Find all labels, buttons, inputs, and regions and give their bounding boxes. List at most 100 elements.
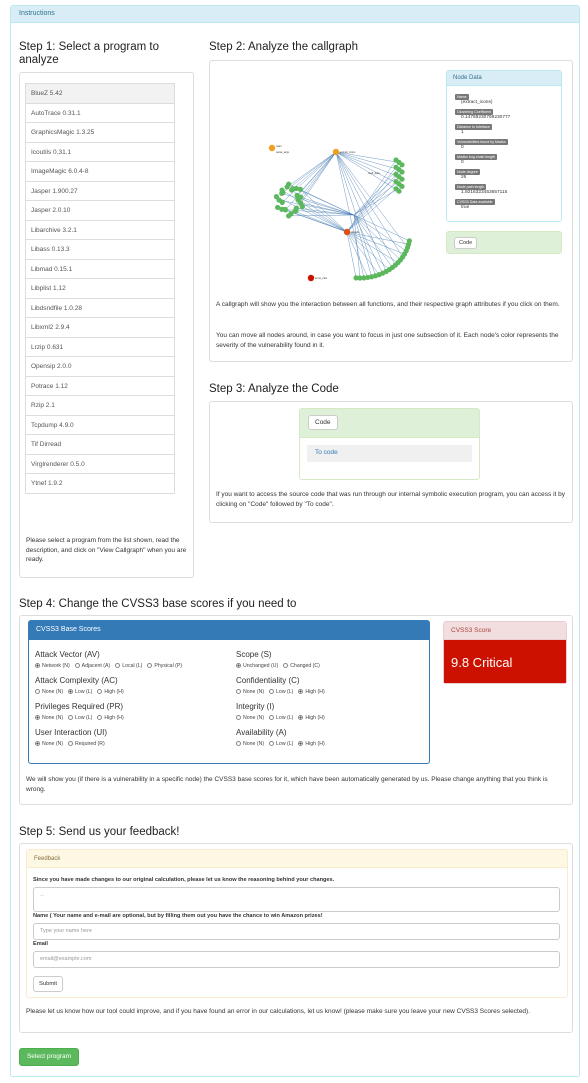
callgraph-node[interactable] — [343, 228, 351, 236]
program-list-item[interactable]: Lrzip 0.631 — [25, 336, 175, 357]
cvss-radio-option[interactable]: None (N) — [236, 741, 264, 747]
program-list-item[interactable]: Rzip 2.1 — [25, 395, 175, 416]
radio-icon[interactable] — [298, 689, 304, 694]
callgraph-node[interactable] — [286, 181, 292, 187]
callgraph-node[interactable] — [297, 186, 304, 192]
callgraph-node[interactable] — [353, 275, 359, 281]
radio-icon[interactable] — [236, 715, 241, 720]
radio-icon[interactable] — [236, 663, 241, 668]
callgraph-node[interactable] — [275, 204, 281, 211]
submit-button[interactable]: Submit — [33, 976, 64, 992]
callgraph-node[interactable] — [273, 194, 280, 200]
cvss-radio-option[interactable]: None (N) — [35, 689, 63, 695]
callgraph-node[interactable] — [279, 187, 285, 193]
program-list-item[interactable]: Jasper 2.0.10 — [25, 200, 175, 221]
to-code-link[interactable]: To code — [307, 445, 472, 462]
callgraph-node[interactable] — [299, 203, 305, 210]
cvss-score-title: CVSS3 Score — [444, 622, 566, 640]
cvss-radio-option[interactable]: High (H) — [298, 741, 325, 747]
radio-icon[interactable] — [269, 741, 275, 746]
program-list-item[interactable]: Tif Dirread — [25, 434, 175, 455]
callgraph-node[interactable] — [399, 169, 405, 175]
cvss-radio-option[interactable]: None (N) — [35, 741, 63, 747]
cvss-radio-option[interactable]: Low (L) — [269, 741, 293, 747]
radio-icon[interactable] — [97, 715, 103, 720]
reason-textarea[interactable]: ... — [33, 887, 560, 912]
callgraph-node[interactable] — [286, 213, 292, 219]
email-input[interactable]: email@example.com — [33, 951, 560, 968]
callgraph-node[interactable] — [307, 274, 315, 282]
cvss-radio-option[interactable]: Low (L) — [269, 715, 293, 721]
radio-icon[interactable] — [68, 689, 74, 694]
program-list-item[interactable]: Jasper 1.900.27 — [25, 180, 175, 201]
cvss-radio-option[interactable]: Network (N) — [35, 663, 70, 669]
cvss-radio-option[interactable]: Physical (P) — [147, 663, 182, 669]
cvss-radio-option[interactable]: Low (L) — [68, 689, 92, 695]
step3-code-panel: Code To code — [299, 408, 480, 480]
callgraph-node[interactable] — [399, 176, 405, 182]
program-list-item[interactable]: BlueZ 5.42 — [25, 83, 175, 104]
radio-icon[interactable] — [115, 663, 121, 668]
program-list-item[interactable]: Libass 0.13.3 — [25, 239, 175, 260]
callgraph-node[interactable] — [399, 162, 405, 168]
cvss-radio-option[interactable]: None (N) — [236, 715, 264, 721]
radio-icon[interactable] — [298, 741, 304, 746]
program-list-item[interactable]: Libarchive 3.2.1 — [25, 219, 175, 240]
name-input[interactable]: Type your name here — [33, 923, 560, 940]
step2-code-button[interactable]: Code — [454, 237, 478, 249]
program-list-item[interactable]: ImageMagic 6.0.4-8 — [25, 161, 175, 182]
program-list-item[interactable]: Tcpdump 4.9.0 — [25, 414, 175, 435]
callgraph-node[interactable] — [298, 194, 304, 200]
radio-icon[interactable] — [269, 715, 275, 720]
radio-icon[interactable] — [283, 663, 289, 668]
cvss-radio-option[interactable]: High (H) — [97, 715, 124, 721]
step3-code-button[interactable]: Code — [308, 415, 338, 430]
radio-icon[interactable] — [236, 741, 241, 746]
radio-icon[interactable] — [35, 689, 40, 694]
callgraph-node[interactable] — [332, 148, 340, 156]
program-list-item[interactable]: Icoutils 0.31.1 — [25, 141, 175, 162]
select-program-button[interactable]: Select program — [19, 1048, 79, 1066]
cvss-option-label: Changed (C) — [290, 663, 320, 669]
program-list-item[interactable]: Libmad 0.15.1 — [25, 258, 175, 279]
cvss-radio-option[interactable]: High (H) — [298, 689, 325, 695]
cvss-radio-option[interactable]: Changed (C) — [283, 663, 320, 669]
radio-icon[interactable] — [269, 689, 275, 694]
radio-icon[interactable] — [298, 715, 304, 720]
cvss-radio-option[interactable]: Local (L) — [115, 663, 142, 669]
cvss-radio-option[interactable]: Required (R) — [68, 741, 105, 747]
callgraph-node[interactable] — [268, 144, 276, 152]
radio-icon[interactable] — [97, 689, 103, 694]
program-list-item[interactable]: AutoTrace 0.31.1 — [25, 102, 175, 123]
callgraph-edge — [346, 231, 380, 275]
program-list-item[interactable]: Libdsndfile 1.0.28 — [25, 297, 175, 318]
radio-icon[interactable] — [236, 689, 241, 694]
radio-icon[interactable] — [68, 741, 74, 746]
program-list-item[interactable]: GraphicsMagic 1.3.25 — [25, 122, 175, 143]
cvss-radio-option[interactable]: None (N) — [236, 689, 264, 695]
cvss-radio-option[interactable]: High (H) — [298, 715, 325, 721]
callgraph-node[interactable] — [399, 183, 405, 189]
program-list-item[interactable]: Libplist 1.12 — [25, 278, 175, 299]
radio-icon[interactable] — [147, 663, 153, 668]
program-list-item[interactable]: Ytnef 1.9.2 — [25, 473, 175, 494]
callgraph-node[interactable] — [396, 188, 402, 194]
radio-icon[interactable] — [35, 663, 40, 668]
radio-icon[interactable] — [74, 663, 80, 668]
cvss-radio-option[interactable]: None (N) — [35, 715, 63, 721]
program-list-item[interactable]: Opensip 2.0.0 — [25, 356, 175, 377]
cvss-radio-option[interactable]: Low (L) — [68, 715, 92, 721]
radio-icon[interactable] — [35, 741, 40, 746]
radio-icon[interactable] — [68, 715, 74, 720]
callgraph[interactable]: main extract_iconsdecode errno_calc parse_a… — [268, 138, 428, 288]
cvss-radio-option[interactable]: Adjacent (A) — [74, 663, 110, 669]
cvss-option-label: Low (L) — [75, 715, 93, 721]
program-list-item[interactable]: Virglrenderer 0.5.0 — [25, 453, 175, 474]
cvss-radio-option[interactable]: Low (L) — [269, 689, 293, 695]
callgraph-edge — [287, 151, 337, 188]
cvss-radio-option[interactable]: High (H) — [97, 689, 124, 695]
cvss-radio-option[interactable]: Unchanged (U) — [236, 663, 278, 669]
program-list-item[interactable]: Potrace 1.12 — [25, 375, 175, 396]
program-list-item[interactable]: Libxml2 2.9.4 — [25, 317, 175, 338]
radio-icon[interactable] — [35, 715, 40, 720]
